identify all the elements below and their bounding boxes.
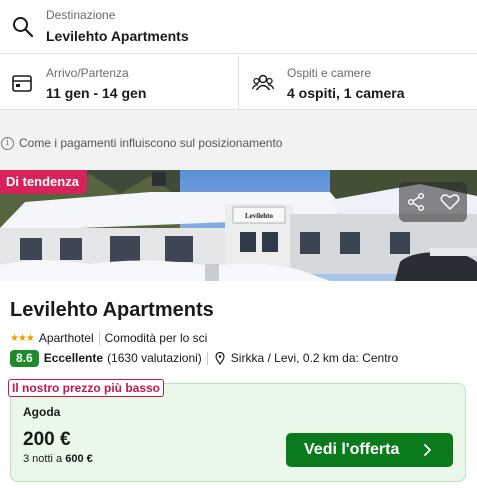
hotel-location[interactable]: Sirkka / Levi, 0.2 km da: Centro: [231, 351, 398, 365]
hotel-meta: ★★★ Aparthotel Comodità per lo sci: [10, 330, 207, 346]
rating-score: 8.6: [10, 349, 39, 367]
svg-text:Levilehto: Levilehto: [245, 212, 273, 220]
share-button[interactable]: [399, 182, 433, 222]
heart-icon: [440, 194, 460, 210]
share-icon: [408, 193, 424, 211]
ranking-info-link[interactable]: i Come i pagamenti influiscono sul posiz…: [0, 135, 282, 151]
dates-label: Arrivo/Partenza: [46, 66, 129, 80]
info-icon: i: [1, 136, 14, 150]
rating-word: Eccellente: [43, 351, 104, 365]
divider: [206, 351, 208, 365]
hotel-name[interactable]: Levilehto Apartments: [10, 299, 214, 322]
destination-label: Destinazione: [46, 8, 116, 22]
best-price-badge: Il nostro prezzo più basso: [8, 379, 165, 397]
view-deal-button[interactable]: Vedi l'offerta: [286, 433, 453, 467]
favorite-button[interactable]: [433, 182, 467, 222]
star-rating-icon: ★★★: [10, 332, 35, 344]
total-price-line: 3 notti a 600 €: [23, 453, 93, 465]
property-feature: Comodità per lo sci: [104, 331, 208, 345]
destination-value: Levilehto Apartments: [46, 28, 189, 44]
chevron-right-icon: [424, 444, 431, 456]
nights-prefix: 3 notti a: [23, 453, 63, 465]
rating-row: 8.6 Eccellente (1630 valutazioni) Sirkka…: [10, 349, 398, 367]
total-price: 600 €: [65, 453, 93, 465]
ranking-info-text: Come i pagamenti influiscono sul posizio…: [19, 136, 283, 150]
guests-value: 4 ospiti, 1 camera: [287, 85, 405, 101]
guests-icon: [252, 74, 274, 91]
hotel-photo[interactable]: Levilehto Di tendenza: [0, 170, 477, 281]
dates-value: 11 gen - 14 gen: [46, 85, 147, 101]
guests-field[interactable]: Ospiti e camere 4 ospiti, 1 camera: [240, 55, 477, 110]
search-icon: [13, 17, 34, 38]
property-type: Aparthotel: [38, 331, 94, 345]
nightly-price: 200 €: [23, 429, 71, 450]
guests-label: Ospiti e camere: [287, 66, 372, 80]
hotel-result-card[interactable]: Levilehto Di tendenza Levilehto Apartmen…: [0, 170, 477, 488]
destination-field[interactable]: Destinazione Levilehto Apartments: [0, 0, 477, 54]
review-count[interactable]: (1630 valutazioni): [107, 351, 202, 365]
calendar-icon: [12, 75, 32, 92]
photo-actions: [399, 182, 467, 222]
view-deal-label: Vedi l'offerta: [304, 441, 400, 458]
dates-field[interactable]: Arrivo/Partenza 11 gen - 14 gen: [0, 55, 239, 110]
offer-provider: Agoda: [23, 405, 61, 419]
divider: [98, 331, 100, 345]
search-summary-card: Destinazione Levilehto Apartments Arrivo…: [0, 0, 477, 110]
trending-badge: Di tendenza: [0, 170, 87, 194]
location-pin-icon: [215, 351, 225, 365]
